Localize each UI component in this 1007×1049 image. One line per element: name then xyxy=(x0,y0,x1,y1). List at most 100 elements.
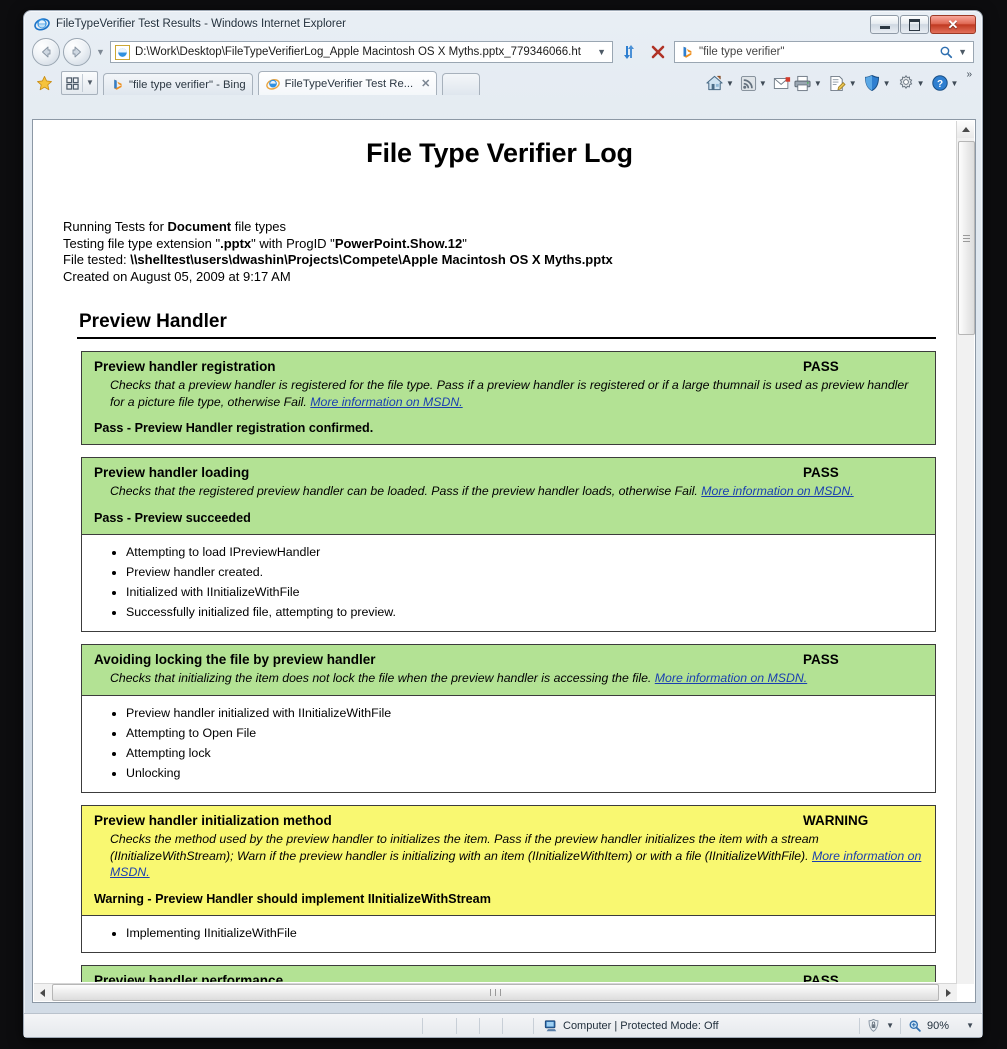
close-button[interactable]: ✕ xyxy=(930,15,976,34)
command-bar-overflow-button[interactable]: » xyxy=(963,69,972,80)
search-go-icon[interactable] xyxy=(939,45,953,59)
title-bar: FileTypeVerifier Test Results - Windows … xyxy=(24,11,982,37)
bing-icon xyxy=(680,45,694,59)
security-zone[interactable]: Computer | Protected Mode: Off xyxy=(534,1019,719,1033)
address-bar-row: ▼ D:\Work\Desktop\FileTypeVerifierLog_Ap… xyxy=(24,37,982,67)
back-button[interactable] xyxy=(32,38,60,66)
internet-explorer-icon xyxy=(34,16,50,32)
chevron-down-icon[interactable]: ▼ xyxy=(847,79,861,88)
printer-icon xyxy=(794,75,811,91)
msdn-link[interactable]: More information on MSDN. xyxy=(310,395,462,409)
content-pane: File Type Verifier Log Running Tests for… xyxy=(32,119,976,1003)
report-metadata: Running Tests for Document file types Te… xyxy=(63,219,936,285)
page-button[interactable]: ▼ xyxy=(827,71,862,95)
zoom-dropdown-icon[interactable]: ▼ xyxy=(954,1021,974,1030)
scroll-up-button[interactable] xyxy=(957,121,974,138)
meta-line-file-tested: File tested: \\shelltest\users\dwashin\P… xyxy=(63,252,936,269)
grip-icon xyxy=(488,989,503,996)
address-bar[interactable]: D:\Work\Desktop\FileTypeVerifierLog_Appl… xyxy=(110,41,613,63)
gear-icon xyxy=(899,74,912,90)
msdn-link[interactable]: More information on MSDN. xyxy=(701,484,853,498)
zoom-level: 90% xyxy=(927,1019,950,1032)
security-zone-label: Computer | Protected Mode: Off xyxy=(563,1019,719,1032)
feeds-button[interactable]: ▼ xyxy=(739,71,772,95)
privacy-report-icon xyxy=(868,1018,879,1032)
chevron-down-icon[interactable]: ▼ xyxy=(812,79,826,88)
scroll-right-button[interactable] xyxy=(940,984,957,1001)
msdn-link[interactable]: More information on MSDN. xyxy=(655,671,807,685)
chevron-down-icon[interactable]: ▼ xyxy=(881,79,895,88)
vertical-scrollbar-thumb[interactable] xyxy=(958,141,975,335)
list-item: Attempting to Open File xyxy=(126,723,935,743)
recent-pages-button[interactable]: ▼ xyxy=(94,47,107,57)
test-log: Preview handler initialized with IInitia… xyxy=(81,696,936,793)
stop-button[interactable] xyxy=(645,39,671,65)
favorites-button[interactable] xyxy=(32,71,56,95)
test-description: Checks that a preview handler is registe… xyxy=(110,377,923,410)
new-tab-button[interactable] xyxy=(442,73,481,95)
minimize-button[interactable] xyxy=(870,15,899,34)
list-item: Successfully initialized file, attemptin… xyxy=(126,602,935,622)
meta-line-created: Created on August 05, 2009 at 9:17 AM xyxy=(63,268,291,284)
minimize-icon xyxy=(879,25,890,29)
search-text: "file type verifier" xyxy=(699,46,785,58)
browser-tab-0[interactable]: "file type verifier" - Bing xyxy=(103,73,253,95)
home-button[interactable]: ▼ xyxy=(704,71,739,95)
meta-text-bold: .pptx xyxy=(220,235,252,251)
browser-window: FileTypeVerifier Test Results - Windows … xyxy=(23,10,983,1038)
test-header-row: Preview handler loading PASS xyxy=(94,465,923,480)
refresh-icon xyxy=(624,45,634,59)
tab-list-button[interactable]: ▼ xyxy=(82,74,97,92)
vertical-scrollbar[interactable] xyxy=(956,121,975,984)
chevron-down-icon[interactable]: ▼ xyxy=(949,79,963,88)
browser-tab-1[interactable]: FileTypeVerifier Test Re... ✕ xyxy=(257,71,438,95)
title-bar-left: FileTypeVerifier Test Results - Windows … xyxy=(34,16,982,32)
chevron-down-icon[interactable]: ▼ xyxy=(724,79,738,88)
chevron-down-icon[interactable]: ▼ xyxy=(597,47,610,57)
privacy-report-button[interactable]: ▼ xyxy=(860,1018,900,1033)
chevron-down-icon[interactable]: ▼ xyxy=(886,1021,894,1030)
close-tab-icon[interactable]: ✕ xyxy=(421,77,430,90)
quick-tabs-icon xyxy=(65,76,79,90)
meta-text-bold: PowerPoint.Show.12 xyxy=(334,235,463,251)
test-log: Attempting to load IPreviewHandler Previ… xyxy=(81,534,936,632)
horizontal-scrollbar[interactable] xyxy=(34,983,957,1001)
forward-button[interactable] xyxy=(63,38,91,66)
test-header: Preview handler loading PASS Checks that… xyxy=(81,457,936,535)
scroll-left-button[interactable] xyxy=(34,984,51,1001)
test-header-row: Avoiding locking the file by preview han… xyxy=(94,652,923,667)
forward-arrow-icon xyxy=(72,46,81,58)
help-icon: ? xyxy=(931,75,948,91)
list-item: Unlocking xyxy=(126,763,935,783)
address-favicon xyxy=(115,44,130,60)
test-block: Preview handler registration PASS Checks… xyxy=(81,351,936,445)
refresh-button[interactable] xyxy=(616,39,642,65)
search-dropdown-icon[interactable]: ▼ xyxy=(958,47,971,57)
zoom-control[interactable]: 90% ▼ xyxy=(901,1019,982,1033)
test-block: Preview handler loading PASS Checks that… xyxy=(81,457,936,632)
test-block: Preview handler performance PASS xyxy=(81,964,936,982)
search-box[interactable]: "file type verifier" ▼ xyxy=(674,41,974,63)
home-icon xyxy=(706,75,723,91)
list-item: Attempting to load IPreviewHandler xyxy=(126,542,935,562)
tools-button[interactable]: ▼ xyxy=(896,71,930,95)
chevron-down-icon[interactable]: ▼ xyxy=(757,79,771,88)
chevron-down-icon[interactable]: ▼ xyxy=(915,79,929,88)
safety-button[interactable]: ▼ xyxy=(862,71,896,95)
help-button[interactable]: ? ▼ xyxy=(930,71,964,95)
test-log-list: Implementing IInitializeWithFile xyxy=(82,923,935,943)
grip-icon xyxy=(963,233,970,244)
test-block: Preview handler initialization method WA… xyxy=(81,805,936,953)
maximize-button[interactable] xyxy=(900,15,929,34)
meta-text: File tested: xyxy=(63,252,131,267)
test-description-text: Checks the method used by the preview ha… xyxy=(110,832,819,863)
horizontal-scrollbar-thumb[interactable] xyxy=(52,984,939,1001)
print-button[interactable]: ▼ xyxy=(792,71,827,95)
meta-text: file types xyxy=(231,219,287,234)
status-badge: PASS xyxy=(803,651,839,667)
read-mail-button[interactable] xyxy=(772,71,792,95)
stop-icon xyxy=(651,45,665,59)
meta-text: Testing file type extension " xyxy=(63,235,221,251)
list-item: Preview handler created. xyxy=(126,562,935,582)
quick-tabs-button[interactable] xyxy=(62,73,82,93)
